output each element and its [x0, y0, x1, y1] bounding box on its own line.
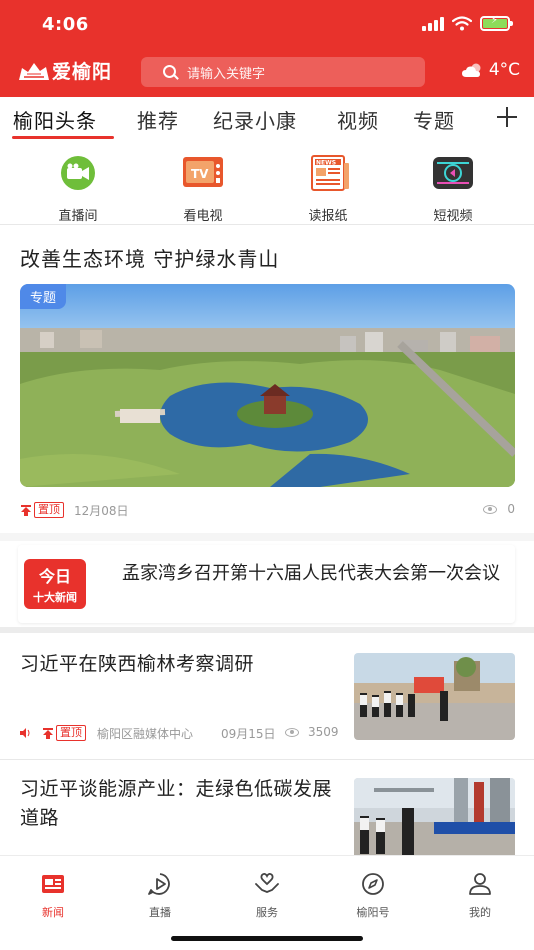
special-topic-tag: 专题 — [20, 284, 67, 309]
app-logo-icon — [19, 62, 49, 80]
add-channel-icon[interactable] — [496, 105, 518, 127]
news-source: 榆阳区融媒体中心 — [97, 727, 194, 741]
banner-headline: 孟家湾乡召开第十六届人民代表大会第一次会议 — [122, 563, 500, 584]
news-title-1[interactable]: 习近平在陕西榆林考察调研 — [20, 650, 340, 679]
nav-mine[interactable]: 我的 — [440, 872, 520, 920]
top-header: 4:06 爱榆阳 请输入关键字 4°C — [0, 0, 534, 97]
app-name: 爱榆阳 — [52, 61, 113, 83]
nav-live[interactable]: 直播 — [120, 872, 200, 920]
pin-top-icon — [21, 505, 31, 516]
top-ten-news-banner[interactable]: 今日 十大新闻 孟家湾乡召开第十六届人民代表大会第一次会议 — [18, 545, 515, 623]
tv-icon: TV — [183, 157, 223, 187]
top-ten-news-logo: 今日 十大新闻 — [24, 559, 86, 609]
status-bar: 4:06 — [0, 0, 534, 50]
section-gap — [0, 533, 534, 541]
channel-tabs: 榆阳头条 推荐 纪录小康 视频 专题 — [0, 97, 534, 143]
status-time: 4:06 — [42, 14, 89, 35]
view-count-icon — [285, 728, 299, 737]
quick-item-live-room[interactable]: 直播间 — [33, 155, 123, 224]
tab-yuyang-headlines[interactable]: 榆阳头条 — [13, 105, 97, 134]
divider — [0, 224, 534, 225]
heart-hands-icon — [255, 873, 279, 893]
home-indicator[interactable] — [171, 936, 363, 941]
news-thumbnail-1[interactable] — [354, 653, 515, 740]
feature-date: 12月08日 — [74, 504, 129, 518]
cloud-sun-icon — [461, 63, 481, 77]
news-title-2[interactable]: 习近平谈能源产业：走绿色低碳发展道路 — [20, 775, 340, 833]
short-video-icon — [433, 157, 473, 189]
tab-video[interactable]: 视频 — [337, 105, 379, 134]
search-input[interactable]: 请输入关键字 — [141, 57, 425, 87]
tab-xiaokang-record[interactable]: 纪录小康 — [213, 105, 297, 134]
quick-label-paper: 读报纸 — [308, 209, 348, 224]
user-icon — [469, 873, 491, 895]
pin-top-icon — [43, 728, 53, 739]
aerial-park-photo — [20, 284, 515, 487]
search-icon — [163, 65, 176, 78]
compass-icon — [362, 873, 384, 895]
speaker-icon[interactable] — [20, 728, 32, 738]
nav-yuyang-account[interactable]: 榆阳号 — [333, 872, 413, 920]
feature-title[interactable]: 改善生态环境 守护绿水青山 — [20, 243, 279, 272]
inspection-photo — [354, 653, 515, 740]
quick-label-live: 直播间 — [58, 209, 98, 224]
nav-label-live: 直播 — [149, 906, 171, 919]
pinned-badge: 置顶 — [56, 725, 86, 741]
news-icon — [42, 875, 64, 893]
newspaper-icon: NEWS — [311, 155, 349, 191]
feature-views: 0 — [507, 502, 515, 516]
svg-text:NEWS: NEWS — [316, 160, 336, 167]
app-brand[interactable]: 爱榆阳 — [18, 57, 112, 84]
nav-label-yuyang-account: 榆阳号 — [356, 906, 390, 919]
nav-news[interactable]: 新闻 — [13, 872, 93, 920]
quick-label-tv: 看电视 — [183, 209, 223, 224]
svg-text:TV: TV — [191, 167, 209, 181]
quick-item-short-video[interactable]: 短视频 — [408, 155, 498, 224]
quick-entries: 直播间 TV 看电视 NEWS 读报纸 短视频 — [0, 143, 534, 224]
nav-service[interactable]: 服务 — [227, 872, 307, 920]
nav-label-news: 新闻 — [42, 906, 64, 919]
banner-logo-line1: 今日 — [38, 567, 71, 586]
weather-temperature: 4°C — [488, 60, 520, 80]
energy-plant-photo — [354, 778, 515, 865]
news-meta-1: 置顶 榆阳区融媒体中心 09月15日 3509 — [20, 725, 340, 741]
news-date: 09月15日 — [221, 727, 276, 741]
battery-charging-icon — [480, 15, 513, 31]
quick-item-read-paper[interactable]: NEWS 读报纸 — [283, 155, 373, 224]
status-icons — [422, 15, 513, 31]
cellular-signal-icon — [422, 16, 444, 31]
quick-item-watch-tv[interactable]: TV 看电视 — [158, 155, 248, 224]
weather-widget[interactable]: 4°C — [461, 60, 520, 80]
tab-special[interactable]: 专题 — [413, 105, 455, 134]
quick-label-short-video: 短视频 — [433, 209, 473, 224]
live-camera-icon — [61, 156, 95, 190]
active-tab-indicator — [12, 136, 114, 139]
divider — [0, 759, 534, 760]
search-placeholder: 请输入关键字 — [187, 66, 266, 82]
nav-label-mine: 我的 — [469, 906, 491, 919]
news-thumbnail-2[interactable] — [354, 778, 515, 865]
play-circle-icon — [148, 873, 170, 895]
wifi-icon — [452, 16, 472, 31]
feature-meta: 置顶 12月08日 0 — [20, 502, 515, 518]
nav-label-service: 服务 — [256, 906, 278, 919]
section-gap — [0, 627, 534, 633]
tab-recommend[interactable]: 推荐 — [137, 105, 179, 134]
view-count-icon — [483, 505, 497, 514]
pinned-badge: 置顶 — [34, 502, 64, 518]
news-views: 3509 — [308, 725, 339, 739]
feature-image[interactable]: 专题 — [20, 284, 515, 487]
banner-logo-line2: 十大新闻 — [33, 591, 77, 604]
